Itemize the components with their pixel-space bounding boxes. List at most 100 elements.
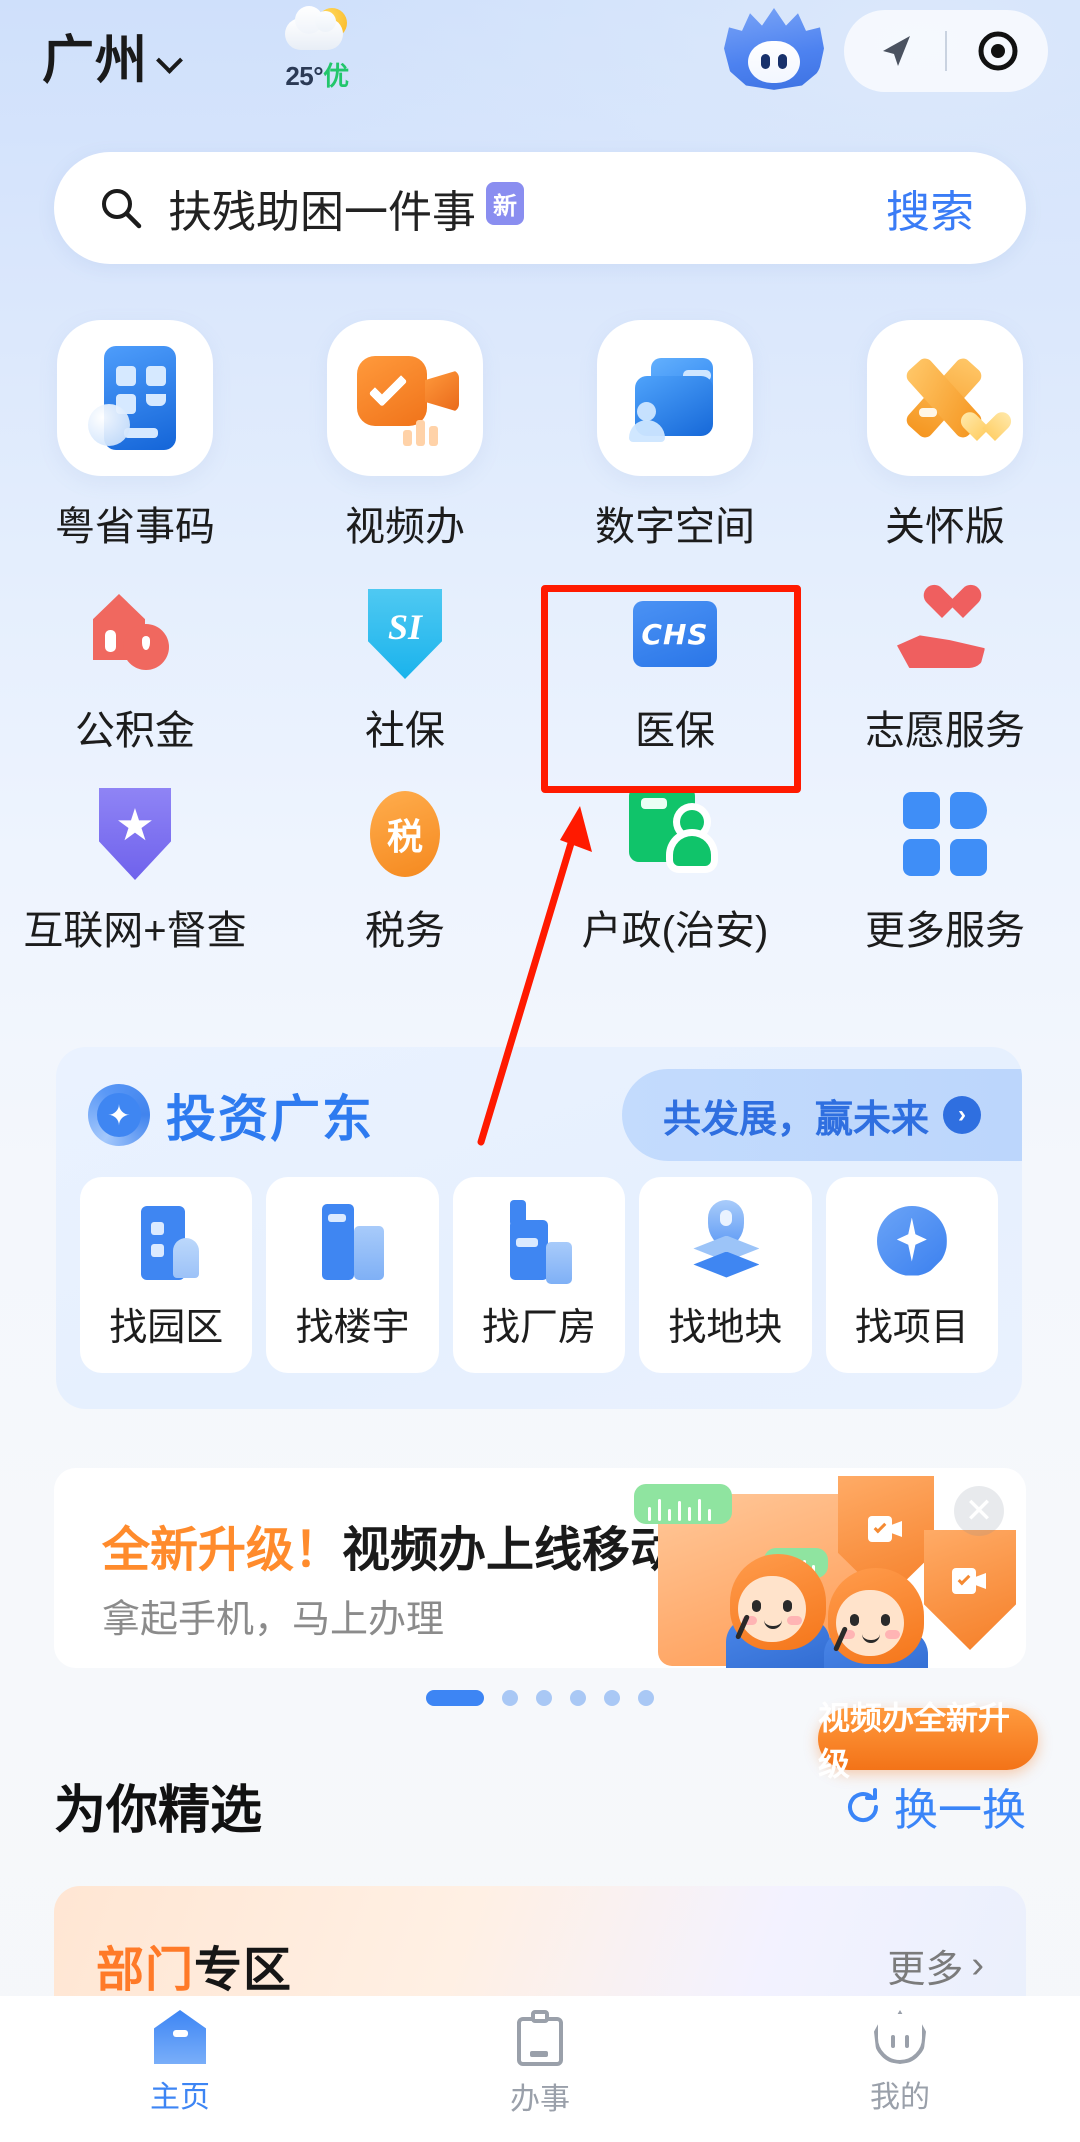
weather-text: 25°优 [262,56,372,93]
app-item-video-service[interactable]: 视频办 [270,320,540,556]
invest-item-label: 找地块 [668,1306,783,1349]
office-tower-icon [312,1200,394,1284]
land-pin-icon [684,1199,766,1284]
house-fund-icon [87,586,183,682]
shield-icon-text: SI [387,607,423,647]
medical-insurance-card-icon: CHS [627,586,723,682]
navigation-arrow-button[interactable] [844,10,945,92]
invest-item-label: 找项目 [854,1306,969,1349]
invest-item-factory[interactable]: 找厂房 [452,1177,626,1373]
dept-title-black: 专区 [194,1944,293,1997]
bottom-tab-bar: 主页 办事 我的 [0,1996,1080,2142]
carousel-dot[interactable] [638,1690,654,1706]
navigation-arrow-icon [873,29,917,73]
invest-item-park[interactable]: 找园区 [80,1177,253,1373]
app-label: 税务 [365,909,445,953]
dept-zone-title: 部门专区 [96,1930,292,2000]
factory-icon [498,1199,580,1284]
city-name: 广州 [42,32,149,90]
weather-widget[interactable]: 25°优 [262,6,372,93]
video-check-icon [327,320,483,476]
invest-card-header: ✦ 投资广东 共发展，赢未来 › [56,1047,1022,1177]
carousel-dot[interactable] [502,1690,518,1706]
app-grid-row-1: 粤省事码 视频办 数字空间 关怀版 [0,320,1080,556]
tab-home[interactable]: 主页 [0,2010,360,2116]
app-item-housing-fund[interactable]: 公积金 [0,586,270,756]
invest-title: 投资广东 [166,1091,374,1147]
carousel-dot[interactable] [536,1690,552,1706]
chevron-right-circle-icon: › [943,1096,981,1134]
invest-item-building[interactable]: 找楼宇 [266,1177,439,1373]
app-label: 数字空间 [595,505,755,549]
invest-item-land[interactable]: 找地块 [639,1177,812,1373]
clipboard-icon [517,2010,563,2066]
app-label: 医保 [635,709,715,753]
app-label: 关怀版 [885,505,1005,549]
tab-profile[interactable]: 我的 [720,2010,1080,2116]
mascot-avatar-icon[interactable] [724,8,824,96]
project-star-icon [871,1200,953,1284]
app-label: 粤省事码 [55,505,215,549]
record-target-button[interactable] [947,10,1048,92]
ribbon-heart-icon [867,320,1023,476]
invest-item-list: 找园区 找楼宇 找厂房 找地块 找项目 [56,1177,1022,1373]
search-input-value[interactable]: 扶残助困一件事 [168,176,476,240]
invest-logo-icon: ✦ [88,1084,150,1146]
id-card-person-icon [627,786,723,882]
app-item-care-version[interactable]: 关怀版 [810,320,1080,556]
app-label: 志愿服务 [865,709,1025,753]
app-label: 互联网+督查 [23,909,247,953]
tax-icon-text: 税 [386,816,423,857]
invest-slogan-text: 共发展，赢未来 [662,1098,929,1141]
wallet-folder-icon [597,320,753,476]
app-label: 视频办 [345,505,465,549]
app-label: 更多服务 [865,909,1025,953]
app-grid-row-3: ★ 互联网+督查 税 税务 户政(治安) 更多服务 [0,786,1080,956]
app-grid: 粤省事码 视频办 数字空间 关怀版 公积金 SI 社保 CHS 医保 志愿服务 … [0,320,1080,956]
app-label: 公积金 [75,709,195,753]
invest-item-label: 找园区 [109,1306,224,1349]
app-item-yuesheng-code[interactable]: 粤省事码 [0,320,270,556]
star-shield-icon: ★ [87,786,183,882]
tab-services[interactable]: 办事 [360,2010,720,2118]
home-icon [154,2010,206,2064]
grid-more-icon [897,786,993,882]
app-label: 户政(治安) [581,909,769,953]
app-item-social-insurance[interactable]: SI 社保 [270,586,540,756]
dept-more-button[interactable]: 更多 › [887,1938,984,1993]
invest-item-label: 找厂房 [482,1306,597,1349]
invest-item-project[interactable]: 找项目 [825,1177,999,1373]
chevron-right-icon: › [971,1944,984,1986]
profile-mascot-icon [874,2010,926,2064]
app-item-volunteer-service[interactable]: 志愿服务 [810,586,1080,756]
carousel-dot[interactable] [426,1690,484,1706]
dept-more-label: 更多 [887,1949,964,1991]
invest-card: ✦ 投资广东 共发展，赢未来 › 找园区 找楼宇 找厂房 找地块 找项目 [56,1047,1022,1409]
carousel-dot[interactable] [570,1690,586,1706]
city-selector[interactable]: 广州 [42,18,182,93]
invest-brand[interactable]: ✦ 投资广东 [88,1079,374,1151]
heart-in-hand-icon [897,586,993,682]
app-item-taxation[interactable]: 税 税务 [270,786,540,956]
promo-title-highlight: 全新升级！ [102,1524,343,1577]
chs-icon-text: CHS [641,617,709,651]
app-item-internet-supervision[interactable]: ★ 互联网+督查 [0,786,270,956]
invest-slogan-button[interactable]: 共发展，赢未来 › [622,1069,1022,1161]
park-building-icon [125,1200,207,1284]
app-item-digital-space[interactable]: 数字空间 [540,320,810,556]
record-target-icon [976,29,1020,73]
carousel-dot[interactable] [604,1690,620,1706]
close-icon[interactable]: ✕ [954,1486,1004,1536]
app-item-medical-insurance[interactable]: CHS 医保 [540,586,810,756]
tab-label: 主页 [150,2081,210,2114]
app-item-household-police[interactable]: 户政(治安) [540,786,810,956]
search-bar[interactable]: 扶残助困一件事 新 搜索 [54,152,1026,264]
promo-banner[interactable]: 全新升级！视频办上线移动端 拿起手机，马上办理 ✕ [54,1468,1026,1668]
search-button[interactable]: 搜索 [886,176,974,240]
invest-item-label: 找楼宇 [295,1306,410,1349]
app-item-more-services[interactable]: 更多服务 [810,786,1080,956]
promo-floating-badge[interactable]: 视频办全新升级 [818,1700,1038,1782]
app-label: 社保 [365,709,445,753]
search-new-badge: 新 [486,181,524,225]
qr-document-icon [57,320,213,476]
